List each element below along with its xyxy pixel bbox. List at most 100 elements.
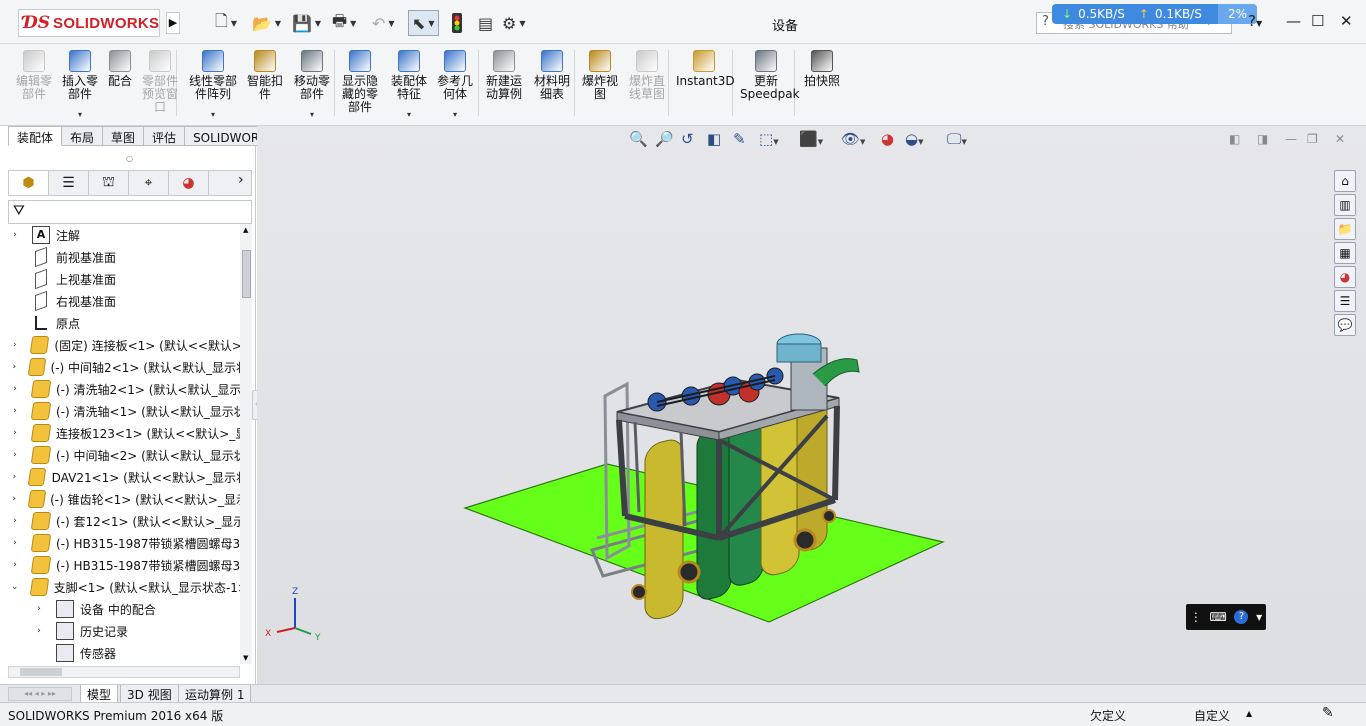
- file-properties-button[interactable]: ▤: [478, 10, 493, 36]
- display-style-icon[interactable]: ⬛▼: [799, 130, 823, 148]
- tree-item[interactable]: › 连接板123<1> (默认<<默认>_显: [8, 422, 240, 444]
- assembly-model[interactable]: [457, 226, 957, 636]
- status-units[interactable]: 自定义: [1194, 707, 1230, 724]
- viewport-maximize-icon[interactable]: ❐: [1307, 132, 1318, 146]
- appearances-icon[interactable]: ◕: [1334, 266, 1356, 288]
- expand-arrow-icon[interactable]: ›: [10, 560, 20, 570]
- design-library-icon[interactable]: ▥: [1334, 194, 1356, 216]
- speedpak-button[interactable]: 更新 Speedpak: [740, 50, 800, 101]
- assembly-feature-button[interactable]: 装配体 特征 ▾: [386, 50, 432, 119]
- chevron-down-icon[interactable]: ▾: [310, 108, 314, 121]
- tree-item[interactable]: › (-) 锥齿轮<1> (默认<<默认>_显示: [8, 488, 240, 510]
- tree-hscroll-thumb[interactable]: [20, 668, 62, 676]
- expand-arrow-icon[interactable]: ›: [10, 230, 20, 240]
- expand-arrow-icon[interactable]: ›: [10, 494, 18, 504]
- feature-manager-tab[interactable]: ⬢: [9, 171, 49, 195]
- expand-arrow-icon[interactable]: ›: [10, 428, 20, 438]
- reference-geometry-button[interactable]: 参考几 何体 ▾: [432, 50, 478, 119]
- instant3d-button[interactable]: Instant3D: [676, 50, 735, 88]
- new-motion-study-button[interactable]: 新建运 动算例: [482, 50, 526, 101]
- viewport-restore-left-icon[interactable]: ◧: [1229, 132, 1240, 146]
- tab-scroll-arrows[interactable]: ◂◂ ◂ ▸ ▸▸: [8, 687, 72, 701]
- panel-grip-icon[interactable]: ○: [126, 154, 133, 163]
- zoom-to-fit-icon[interactable]: 🔍: [629, 130, 648, 148]
- tree-item[interactable]: › (-) 中间轴<2> (默认<默认_显示状: [8, 444, 240, 466]
- expand-arrow-icon[interactable]: ›: [10, 384, 20, 394]
- tree-item[interactable]: 传感器: [8, 642, 240, 664]
- view-orientation-icon[interactable]: ⬚▼: [759, 130, 779, 148]
- help-circle-icon[interactable]: ?: [1234, 610, 1249, 624]
- expand-arrow-icon[interactable]: ›: [10, 340, 20, 350]
- exploded-view-button[interactable]: 爆炸视 图: [578, 50, 622, 101]
- toolbar-grip-icon[interactable]: ⋮: [1190, 610, 1202, 624]
- chevron-right-icon[interactable]: ›: [238, 172, 244, 188]
- tab-1[interactable]: 布局: [62, 126, 104, 146]
- tree-item[interactable]: › (-) 清洗轴<1> (默认<默认_显示状: [8, 400, 240, 422]
- tree-item[interactable]: › (-) HB315-1987带锁紧槽圆螺母36: [8, 554, 240, 576]
- tree-item[interactable]: ⌄ 支脚<1> (默认<默认_显示状态-1>: [8, 576, 240, 598]
- options-button[interactable]: ⚙ ▼: [502, 10, 526, 36]
- menu-expand-arrow-icon[interactable]: ▶: [166, 12, 180, 34]
- tab-3[interactable]: 评估: [144, 126, 186, 146]
- chevron-down-icon[interactable]: ▾: [78, 108, 82, 121]
- smart-fastener-button[interactable]: 智能扣 件: [244, 50, 286, 101]
- edit-appearance-icon[interactable]: ◕: [881, 130, 894, 148]
- edit-component-button[interactable]: 编辑零 部件: [6, 50, 62, 101]
- mate-button[interactable]: 配合: [104, 50, 136, 88]
- toolbar-menu-icon[interactable]: ▾: [1256, 610, 1262, 624]
- explode-line-sketch-button[interactable]: 爆炸直 线草图: [624, 50, 670, 101]
- maximize-button[interactable]: ☐: [1311, 12, 1324, 30]
- viewport-minimize-icon[interactable]: —: [1285, 132, 1297, 146]
- dimxpert-manager-tab[interactable]: ⌖: [129, 171, 169, 195]
- minimize-button[interactable]: —: [1286, 12, 1301, 30]
- save-button[interactable]: 💾 ▼: [292, 10, 321, 36]
- show-hidden-button[interactable]: 显示隐 藏的零 部件: [338, 50, 382, 114]
- help-menu-button[interactable]: ?▼: [1248, 12, 1262, 30]
- dynamic-annotation-icon[interactable]: ✎: [733, 130, 746, 148]
- new-document-button[interactable]: 🗋 ▼: [215, 10, 237, 36]
- tag-edit-icon[interactable]: ✎: [1322, 705, 1334, 721]
- keyboard-icon[interactable]: ⌨: [1209, 610, 1226, 624]
- tree-item[interactable]: 前视基准面: [8, 246, 240, 268]
- tree-item[interactable]: › (-) 清洗轴2<1> (默认<默认_显示: [8, 378, 240, 400]
- file-explorer-icon[interactable]: 📁: [1334, 218, 1356, 240]
- tree-item[interactable]: › (-) HB315-1987带锁紧槽圆螺母36: [8, 532, 240, 554]
- tree-item[interactable]: 原点: [8, 312, 240, 334]
- tree-item[interactable]: › 历史记录: [8, 620, 240, 642]
- expand-arrow-icon[interactable]: ›: [34, 626, 44, 636]
- forum-icon[interactable]: 💬: [1334, 314, 1356, 336]
- bom-button[interactable]: 材料明 细表: [530, 50, 574, 101]
- close-button[interactable]: ✕: [1340, 12, 1353, 30]
- print-button[interactable]: 🖶 ▼: [332, 10, 356, 36]
- expand-arrow-icon[interactable]: ›: [10, 406, 20, 416]
- expand-arrow-icon[interactable]: ›: [10, 450, 20, 460]
- open-document-button[interactable]: 📂 ▼: [252, 10, 281, 36]
- chevron-down-icon[interactable]: ▾: [407, 108, 411, 121]
- select-button[interactable]: ⬉ ▼: [408, 10, 439, 36]
- rebuild-button[interactable]: [452, 10, 462, 36]
- solidworks-logo[interactable]: ƊS SOLIDWORKS: [18, 9, 160, 37]
- custom-properties-icon[interactable]: ☰: [1334, 290, 1356, 312]
- scroll-up-icon[interactable]: ▲: [243, 226, 248, 234]
- expand-arrow-icon[interactable]: ⌄: [10, 582, 19, 592]
- chevron-down-icon[interactable]: ▾: [453, 108, 457, 121]
- previous-view-icon[interactable]: ↺: [681, 130, 694, 148]
- tab-3d-views[interactable]: 3D 视图: [120, 685, 179, 703]
- tree-item[interactable]: › (-) 中间轴2<1> (默认<默认_显示状: [8, 356, 240, 378]
- move-component-button[interactable]: 移动零 部件 ▾: [290, 50, 334, 119]
- tab-2[interactable]: 草图: [103, 126, 145, 146]
- apply-scene-icon[interactable]: ◒▼: [905, 130, 923, 148]
- hide-show-items-icon[interactable]: 👁▼: [841, 130, 865, 148]
- tree-item[interactable]: › DAV21<1> (默认<<默认>_显示状: [8, 466, 240, 488]
- expand-arrow-icon[interactable]: ›: [10, 516, 20, 526]
- linear-pattern-button[interactable]: 线性零部 件阵列 ▾: [186, 50, 240, 119]
- tree-item[interactable]: 右视基准面: [8, 290, 240, 312]
- zoom-to-area-icon[interactable]: 🔎: [655, 130, 674, 148]
- configuration-manager-tab[interactable]: ⛫: [89, 171, 129, 195]
- insert-component-button[interactable]: 插入零 部件 ▾: [56, 50, 104, 119]
- tree-item[interactable]: › (固定) 连接板<1> (默认<<默认>_: [8, 334, 240, 356]
- tree-scroll-thumb[interactable]: [242, 250, 251, 298]
- display-manager-tab[interactable]: ◕: [169, 171, 209, 195]
- tree-item[interactable]: › (-) 套12<1> (默认<<默认>_显示: [8, 510, 240, 532]
- solidworks-resources-home-icon[interactable]: ⌂: [1334, 170, 1356, 192]
